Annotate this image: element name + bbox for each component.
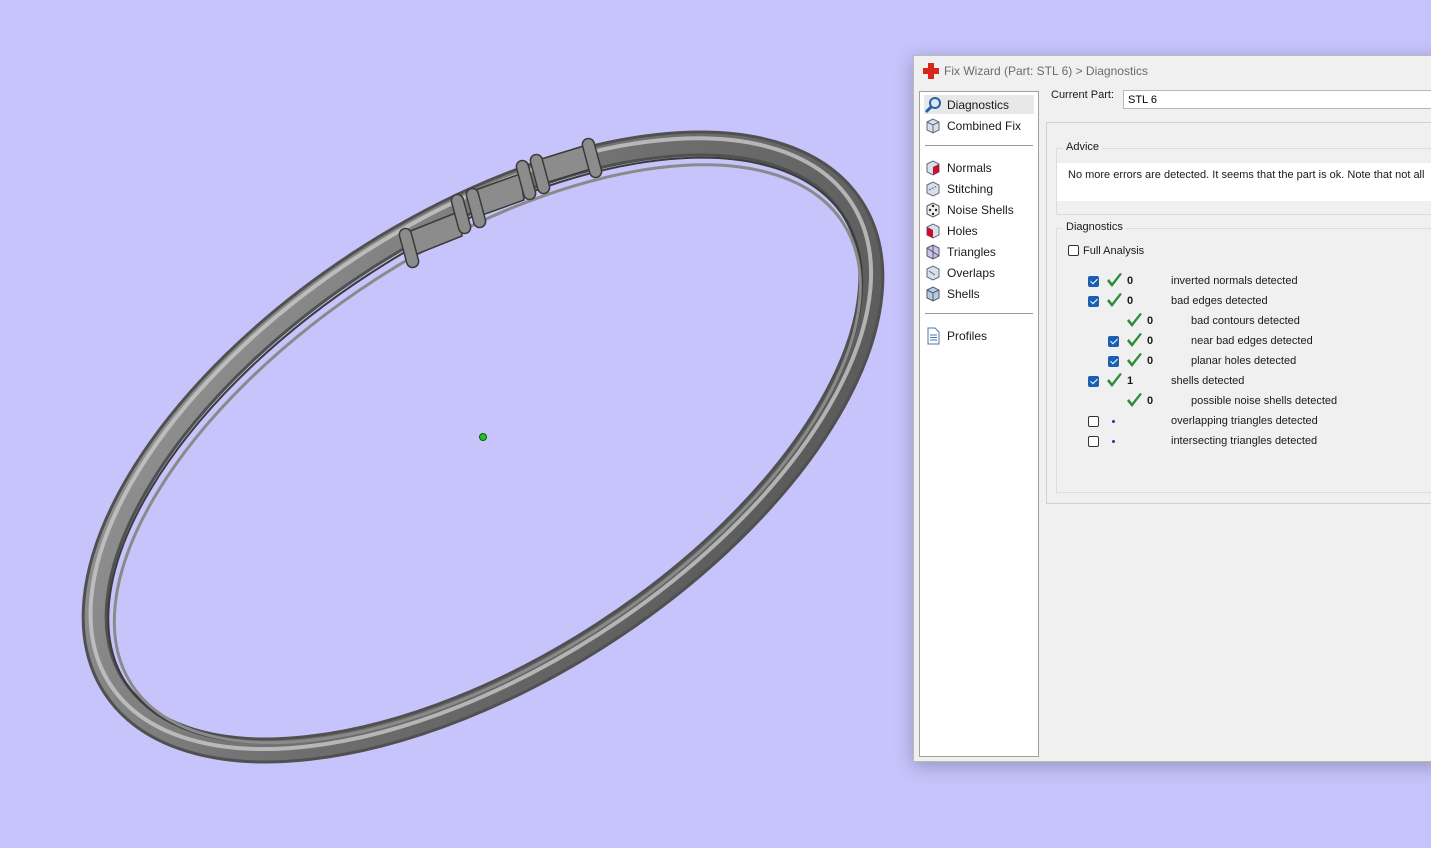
ring-charm [398, 137, 603, 269]
cube-hole-icon [926, 222, 940, 239]
nav-item-stitching[interactable]: Stitching [924, 179, 1034, 198]
diagnostics-title: Diagnostics [1063, 221, 1126, 233]
nav-item-label: Normals [947, 160, 992, 175]
dice-icon [926, 201, 940, 218]
nav-item-label: Holes [947, 223, 978, 238]
window-title: Fix Wizard (Part: STL 6) > Diagnostics [944, 64, 1148, 78]
diagnostics-panel: Advice No more errors are detected. It s… [1046, 122, 1431, 504]
nav-item-combined-fix[interactable]: Combined Fix [924, 116, 1034, 135]
ring-model[interactable] [0, 15, 975, 848]
nav-item-label: Stitching [947, 181, 994, 196]
nav-divider [925, 145, 1033, 146]
diagnostic-label: inverted normals detected [1171, 275, 1298, 287]
nav-item-triangles[interactable]: Triangles [924, 242, 1034, 261]
diagnostic-label: bad contours detected [1191, 315, 1300, 327]
cube-overlap-icon [926, 264, 940, 281]
cube-triangle-icon [926, 243, 940, 260]
diagnostic-row: 0 planar holes detected [1057, 353, 1431, 369]
diagnostic-checkbox[interactable] [1088, 436, 1099, 447]
diagnostic-checkbox[interactable] [1088, 416, 1099, 427]
advice-text: No more errors are detected. It seems th… [1057, 163, 1431, 201]
diagnostic-label: bad edges detected [1171, 295, 1268, 307]
nav-item-label: Diagnostics [947, 97, 1010, 112]
title-bar[interactable]: Fix Wizard (Part: STL 6) > Diagnostics [914, 56, 1431, 86]
diagnostic-label: near bad edges detected [1191, 335, 1313, 347]
nav-item-label: Shells [947, 286, 980, 301]
advice-title: Advice [1063, 141, 1103, 153]
diagnostic-label: overlapping triangles detected [1171, 415, 1318, 427]
diagnostic-count: 0 [1147, 335, 1154, 347]
ok-checkmark-icon [1127, 353, 1142, 367]
nav-item-normals[interactable]: Normals [924, 158, 1034, 177]
fix-wizard-window[interactable]: Fix Wizard (Part: STL 6) > Diagnostics D… [913, 55, 1431, 762]
nav-item-profiles[interactable]: Profiles [924, 326, 1034, 345]
full-analysis-checkbox[interactable] [1068, 245, 1079, 256]
cube-shell-icon [926, 285, 940, 302]
diagnostic-count: 0 [1147, 355, 1154, 367]
diagnostic-row: 0 near bad edges detected [1057, 333, 1431, 349]
nav-item-label: Overlaps [947, 265, 996, 280]
current-part-label: Current Part: [1051, 89, 1114, 101]
ok-checkmark-icon [1107, 293, 1122, 307]
nav-item-label: Combined Fix [947, 118, 1022, 133]
cube-red-face-icon [926, 159, 940, 176]
diagnostic-label: intersecting triangles detected [1171, 435, 1318, 447]
diagnostic-checkbox[interactable] [1108, 356, 1119, 367]
nav-item-shells[interactable]: Shells [924, 284, 1034, 303]
diagnostic-label: shells detected [1171, 375, 1245, 387]
diagnostic-count: 0 [1127, 275, 1134, 287]
nav-item-overlaps[interactable]: Overlaps [924, 263, 1034, 282]
nav-item-noise-shells[interactable]: Noise Shells [924, 200, 1034, 219]
diagnostic-label: planar holes detected [1191, 355, 1297, 367]
diagnostic-row: 0 possible noise shells detected [1057, 393, 1431, 409]
red-cross-icon [923, 63, 939, 79]
advice-group: Advice No more errors are detected. It s… [1056, 141, 1431, 215]
current-part-field[interactable]: STL 6 [1123, 90, 1431, 109]
nav-item-label: Noise Shells [947, 202, 1014, 217]
not-run-dot-icon [1112, 440, 1115, 443]
diagnostic-row: overlapping triangles detected [1057, 413, 1431, 429]
diagnostic-checkbox[interactable] [1088, 276, 1099, 287]
diagnostic-row: 1 shells detected [1057, 373, 1431, 389]
ok-checkmark-icon [1127, 313, 1142, 327]
diagnostic-checkbox[interactable] [1088, 376, 1099, 387]
diagnostic-count: 0 [1127, 295, 1134, 307]
nav-item-diagnostics[interactable]: Diagnostics [924, 95, 1034, 114]
nav-divider [925, 313, 1033, 314]
nav-item-label: Profiles [947, 328, 988, 343]
diagnostic-label: possible noise shells detected [1191, 395, 1338, 407]
diagnostic-count: 1 [1127, 375, 1134, 387]
document-icon [927, 327, 940, 344]
cube-icon [926, 117, 940, 134]
ok-checkmark-icon [1127, 333, 1142, 347]
diagnostic-row: 0 bad edges detected [1057, 293, 1431, 309]
magnifier-icon [924, 96, 941, 113]
ok-checkmark-icon [1107, 373, 1122, 387]
not-run-dot-icon [1112, 420, 1115, 423]
diagnostic-row: intersecting triangles detected [1057, 433, 1431, 449]
diagnostic-checkbox[interactable] [1108, 336, 1119, 347]
cube-stitch-icon [926, 180, 940, 197]
fix-category-list[interactable]: Diagnostics Combined Fix Normals Stitchi… [919, 91, 1039, 757]
ok-checkmark-icon [1127, 393, 1142, 407]
diagnostic-row: 0 bad contours detected [1057, 313, 1431, 329]
nav-item-holes[interactable]: Holes [924, 221, 1034, 240]
origin-marker [479, 433, 487, 441]
diagnostic-row: 0 inverted normals detected [1057, 273, 1431, 289]
nav-item-label: Triangles [947, 244, 996, 259]
ok-checkmark-icon [1107, 273, 1122, 287]
diagnostic-checkbox[interactable] [1088, 296, 1099, 307]
diagnostics-group: Diagnostics Full Analysis 0 inverted norm… [1056, 221, 1431, 493]
diagnostic-count: 0 [1147, 315, 1154, 327]
diagnostic-count: 0 [1147, 395, 1154, 407]
